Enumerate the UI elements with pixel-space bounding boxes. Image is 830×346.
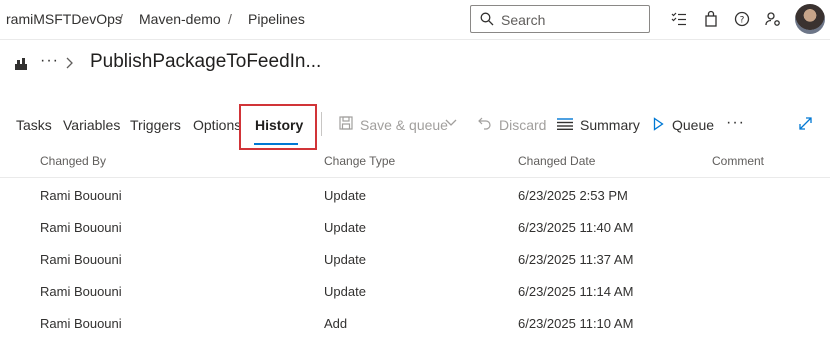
table-header: Changed By Change Type Changed Date Comm… — [0, 150, 830, 178]
shopping-bag-icon[interactable] — [702, 10, 720, 28]
summary-icon — [557, 118, 573, 130]
expand-icon[interactable] — [799, 117, 812, 130]
summary-button[interactable]: Summary — [580, 117, 640, 133]
changed-date-cell: 6/23/2025 11:14 AM — [518, 284, 634, 299]
chevron-down-icon[interactable] — [445, 119, 457, 127]
tab-bar: Tasks Variables Triggers Options History… — [0, 104, 830, 145]
user-settings-icon[interactable] — [764, 10, 782, 28]
tab-tasks[interactable]: Tasks — [16, 117, 52, 133]
breadcrumb-separator: / — [228, 11, 232, 27]
change-type-cell: Update — [324, 188, 366, 203]
breadcrumb-pipelines[interactable]: Pipelines — [248, 11, 305, 27]
changed-by-cell: Rami Bououni — [40, 220, 122, 235]
change-type-cell: Update — [324, 252, 366, 267]
play-icon — [653, 117, 664, 131]
changed-date-cell: 6/23/2025 11:10 AM — [518, 316, 634, 331]
changed-by-cell: Rami Bououni — [40, 252, 122, 267]
search-box[interactable]: Search — [470, 5, 650, 33]
checklist-icon[interactable] — [670, 10, 688, 28]
toolbar-divider — [321, 112, 322, 136]
table-row[interactable]: Rami Bououni Update 6/23/2025 11:40 AM — [0, 212, 830, 244]
change-type-cell: Update — [324, 284, 366, 299]
search-icon — [480, 12, 494, 26]
svg-text:?: ? — [740, 15, 745, 25]
tab-variables[interactable]: Variables — [63, 117, 120, 133]
top-bar: ramiMSFTDevOps / Maven-demo / Pipelines … — [0, 0, 830, 40]
changed-by-cell: Rami Bououni — [40, 284, 122, 299]
tab-options[interactable]: Options — [193, 117, 241, 133]
breadcrumb-project[interactable]: Maven-demo — [139, 11, 221, 27]
save-and-queue-button[interactable]: Save & queue — [360, 117, 448, 133]
breadcrumb-org[interactable]: ramiMSFTDevOps — [6, 11, 122, 27]
chevron-right-icon — [66, 57, 73, 69]
change-type-cell: Add — [324, 316, 348, 331]
column-header-change-type[interactable]: Change Type — [324, 154, 395, 168]
table-row[interactable]: Rami Bououni Add 6/23/2025 11:10 AM — [0, 308, 830, 340]
column-header-comment[interactable]: Comment — [712, 154, 764, 168]
page-title: PublishPackageToFeedIn... — [90, 51, 322, 72]
table-row[interactable]: Rami Bououni Update 6/23/2025 11:37 AM — [0, 244, 830, 276]
table-row[interactable]: Rami Bououni Update 6/23/2025 2:53 PM — [0, 180, 830, 212]
breadcrumb-more-button[interactable]: ··· — [40, 52, 59, 70]
changed-date-cell: 6/23/2025 11:40 AM — [518, 220, 634, 235]
column-header-changed-by[interactable]: Changed By — [40, 154, 106, 168]
changed-by-cell: Rami Bououni — [40, 188, 122, 203]
highlight-box — [239, 104, 317, 150]
changed-by-cell: Rami Bououni — [40, 316, 122, 331]
changed-date-cell: 6/23/2025 11:37 AM — [518, 252, 634, 267]
table-row[interactable]: Rami Bououni Update 6/23/2025 11:14 AM — [0, 276, 830, 308]
pipeline-icon — [15, 58, 27, 70]
undo-icon — [478, 117, 491, 130]
toolbar-more-button[interactable]: ··· — [726, 114, 745, 132]
discard-button[interactable]: Discard — [499, 117, 546, 133]
avatar[interactable] — [795, 4, 825, 34]
breadcrumb-separator: / — [119, 11, 123, 27]
help-icon[interactable]: ? — [733, 10, 751, 28]
save-icon — [339, 116, 353, 130]
changed-date-cell: 6/23/2025 2:53 PM — [518, 188, 628, 203]
tab-triggers[interactable]: Triggers — [130, 117, 181, 133]
pipeline-header: ··· PublishPackageToFeedIn... — [0, 46, 830, 80]
change-type-cell: Update — [324, 220, 366, 235]
search-input[interactable]: Search — [501, 12, 545, 28]
column-header-changed-date[interactable]: Changed Date — [518, 154, 595, 168]
queue-button[interactable]: Queue — [672, 117, 714, 133]
